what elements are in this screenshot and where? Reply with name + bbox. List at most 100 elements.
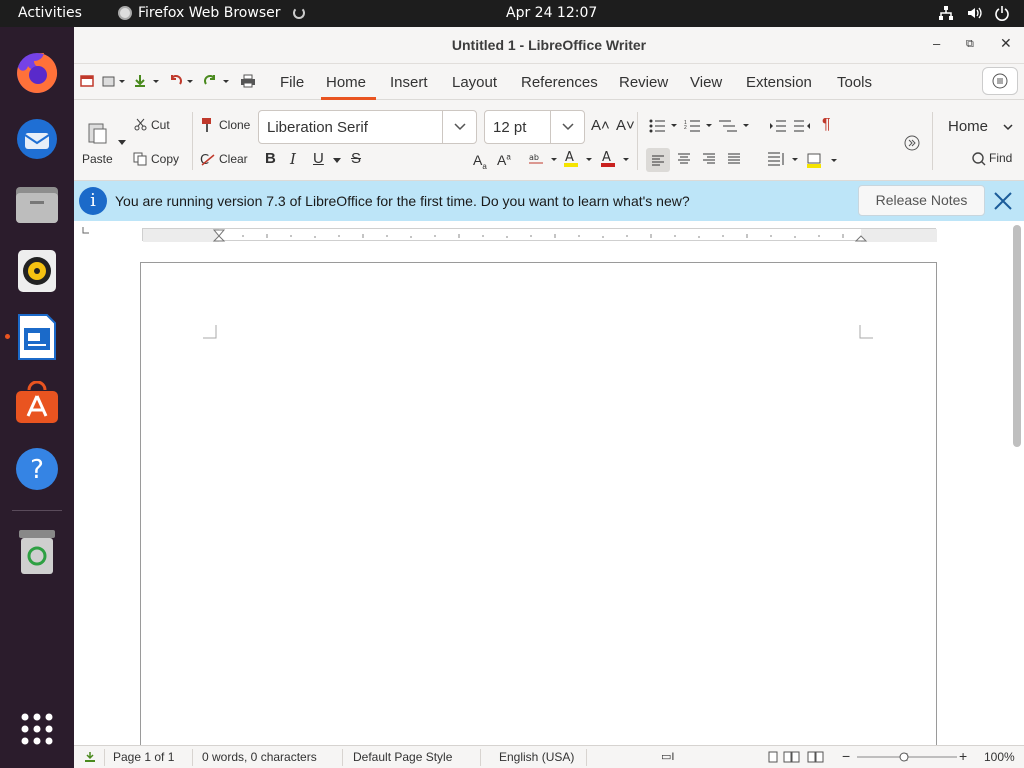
dock-trash[interactable] (14, 529, 60, 575)
help-icon: ? (16, 448, 58, 490)
system-tray[interactable] (938, 5, 1010, 21)
close-icon[interactable] (991, 187, 1015, 215)
highlight-color-icon[interactable]: A (564, 150, 596, 168)
word-count[interactable]: 0 words, 0 characters (202, 750, 317, 764)
increase-indent-icon[interactable] (770, 119, 786, 133)
font-name-dropdown[interactable] (442, 111, 476, 143)
clear-formatting-icon[interactable]: C (200, 152, 216, 166)
close-window-button[interactable]: ✕ (1000, 35, 1012, 52)
menu-insert[interactable]: Insert (390, 74, 428, 91)
tab-stop-selector-icon[interactable] (81, 227, 91, 235)
line-spacing-icon[interactable] (768, 151, 800, 167)
maximize-button[interactable]: ⧉ (966, 38, 974, 51)
print-icon[interactable] (240, 74, 256, 88)
underline-dropdown-icon[interactable] (333, 158, 341, 164)
menu-tools[interactable]: Tools (837, 74, 872, 91)
copy-icon[interactable] (133, 152, 147, 166)
app-menu[interactable]: Firefox Web Browser (118, 5, 305, 21)
release-notes-button[interactable]: Release Notes (858, 185, 985, 216)
activities-button[interactable]: Activities (18, 5, 82, 21)
justify-icon[interactable] (727, 152, 741, 166)
view-layout-icon[interactable] (768, 751, 826, 763)
zoom-slider[interactable] (857, 750, 957, 764)
tab-dropdown-label[interactable]: Home (948, 118, 988, 135)
menu-home[interactable]: Home (326, 74, 366, 91)
paragraph-background-icon[interactable] (807, 151, 839, 169)
open-icon[interactable] (102, 74, 126, 88)
running-indicator (5, 334, 10, 339)
font-name-combobox[interactable]: Liberation Serif (258, 110, 477, 144)
align-left-button[interactable] (646, 148, 670, 172)
dock-software-center[interactable] (14, 380, 60, 426)
cut-button[interactable]: Cut (151, 118, 170, 132)
language[interactable]: English (USA) (499, 750, 574, 764)
menu-references[interactable]: References (521, 74, 598, 91)
grow-font-icon[interactable]: A˄ (591, 117, 610, 134)
zoom-out-icon[interactable]: − (842, 748, 850, 764)
bold-button[interactable]: B (265, 150, 276, 167)
align-center-icon[interactable] (677, 152, 691, 166)
decrease-indent-icon[interactable] (794, 119, 810, 133)
numbered-list-icon[interactable]: 12 (684, 119, 714, 133)
zoom-level[interactable]: 100% (984, 750, 1015, 764)
paste-label[interactable]: Paste (82, 152, 113, 166)
menu-view[interactable]: View (690, 74, 722, 91)
copy-button[interactable]: Copy (151, 152, 179, 166)
minimize-button[interactable]: – (933, 36, 940, 51)
title-bar[interactable]: Untitled 1 - LibreOffice Writer – ⧉ ✕ (74, 27, 1024, 64)
redo-icon[interactable] (204, 74, 232, 88)
menu-file[interactable]: File (280, 74, 304, 91)
zoom-in-icon[interactable]: + (959, 748, 967, 764)
dock-rhythmbox[interactable] (14, 248, 60, 294)
character-spacing-icon[interactable]: ab (529, 152, 559, 166)
strikethrough-button[interactable]: S (351, 150, 361, 167)
italic-button[interactable]: I (290, 150, 296, 168)
scissors-icon[interactable] (134, 118, 147, 131)
font-color-icon[interactable]: A (601, 150, 633, 168)
info-icon: i (79, 187, 107, 215)
clone-button[interactable]: Clone (219, 118, 250, 132)
dock-help[interactable]: ? (14, 446, 60, 492)
show-applications-button[interactable] (14, 706, 60, 752)
outline-list-icon[interactable] (719, 119, 751, 133)
new-document-icon[interactable] (80, 74, 94, 88)
clock[interactable]: Apr 24 12:07 (506, 5, 597, 21)
document-page[interactable] (140, 262, 937, 762)
subscript-button[interactable]: Aa (473, 152, 487, 171)
menu-review[interactable]: Review (619, 74, 668, 91)
insert-mode-icon[interactable]: ▭I (661, 750, 674, 763)
horizontal-ruler[interactable] (142, 228, 937, 242)
paste-icon[interactable] (87, 121, 109, 145)
clear-button[interactable]: Clear (219, 152, 248, 166)
save-icon[interactable] (134, 74, 160, 88)
dock-libreoffice-writer[interactable] (14, 314, 60, 360)
dock-thunderbird[interactable] (14, 116, 60, 162)
font-size-combobox[interactable]: 12 pt (484, 110, 585, 144)
dock-files[interactable] (14, 182, 60, 228)
superscript-button[interactable]: Aa (497, 152, 511, 168)
speaker-icon (18, 250, 56, 292)
document-area[interactable] (74, 221, 1024, 762)
save-status-icon (85, 752, 95, 762)
grid-icon (21, 713, 53, 745)
find-button[interactable]: Find (989, 151, 1012, 165)
clone-formatting-icon[interactable] (200, 117, 214, 133)
menu-layout[interactable]: Layout (452, 74, 497, 91)
page-count[interactable]: Page 1 of 1 (113, 750, 174, 764)
page-style[interactable]: Default Page Style (353, 750, 452, 764)
font-size-dropdown[interactable] (550, 111, 584, 143)
formatting-marks-icon[interactable]: ¶ (822, 116, 831, 134)
search-icon[interactable] (971, 151, 987, 167)
undo-icon[interactable] (168, 74, 196, 88)
vertical-scrollbar[interactable] (1013, 225, 1021, 447)
bullet-list-icon[interactable] (649, 119, 679, 133)
chevron-down-icon[interactable] (1003, 124, 1013, 131)
paste-dropdown-icon[interactable] (118, 140, 126, 146)
hamburger-menu-button[interactable] (982, 67, 1018, 95)
underline-button[interactable]: U (313, 150, 324, 167)
dock-firefox[interactable] (14, 50, 60, 96)
more-options-icon[interactable] (904, 135, 920, 151)
align-right-icon[interactable] (702, 152, 716, 166)
shrink-font-icon[interactable]: A˅ (616, 117, 635, 134)
menu-extension[interactable]: Extension (746, 74, 812, 91)
